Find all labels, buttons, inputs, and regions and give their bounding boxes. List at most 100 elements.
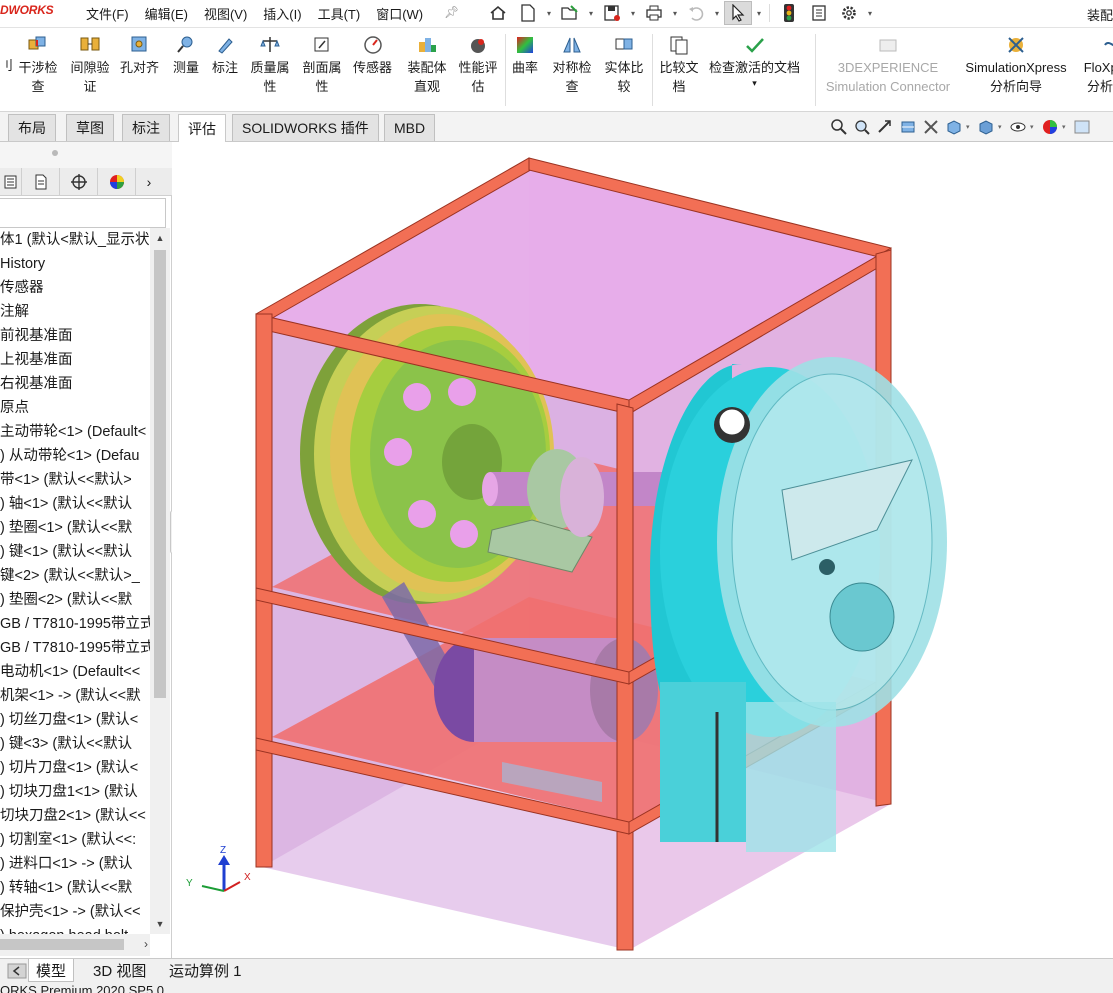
tree-item[interactable]: ) 切块刀盘1<1> (默认 (0, 780, 150, 804)
measure-button[interactable]: 测量 (173, 34, 199, 77)
new-dropdown-icon[interactable]: ▾ (544, 9, 554, 18)
undo-icon[interactable] (682, 1, 710, 25)
hole-alignment-button[interactable]: 孔对齐 (120, 34, 159, 77)
compare-documents-button[interactable]: 比较文档 (657, 34, 701, 96)
tree-item[interactable]: ) 轴<1> (默认<<默认 (0, 492, 150, 516)
tree-item[interactable]: 带<1> (默认<<默认> (0, 468, 150, 492)
check-active-document-button[interactable]: 检查激活的文档 ▾ (709, 34, 800, 89)
tree-item[interactable]: History (0, 252, 150, 276)
tree-item[interactable]: ) 键<1> (默认<<默认 (0, 540, 150, 564)
tree-item[interactable]: ) 垫圈<1> (默认<<默 (0, 516, 150, 540)
display-manager-tab-icon[interactable] (98, 168, 136, 196)
tab-mbd[interactable]: MBD (384, 114, 436, 141)
tree-item[interactable]: ) 切片刀盘<1> (默认< (0, 756, 150, 780)
section-view-icon[interactable] (897, 117, 919, 137)
floxpress-button[interactable]: FloXpress 分析向导 (1076, 34, 1113, 96)
tab-evaluate[interactable]: 评估 (178, 114, 226, 142)
tree-item[interactable]: 上视基准面 (0, 348, 150, 372)
check-active-document-dropdown-icon[interactable]: ▾ (752, 77, 757, 89)
appearance-icon[interactable] (1039, 117, 1061, 137)
clearance-verification-button[interactable]: 间隙验证 (68, 34, 112, 96)
tree-item[interactable]: 注解 (0, 300, 150, 324)
options-dropdown-icon[interactable]: ▾ (865, 9, 875, 18)
simulationxpress-button[interactable]: SimulationXpress 分析向导 (961, 34, 1071, 96)
tree-item[interactable]: 右视基准面 (0, 372, 150, 396)
menu-edit[interactable]: 编辑(E) (137, 4, 196, 23)
tree-item[interactable]: ) 切丝刀盘<1> (默认< (0, 708, 150, 732)
tree-item[interactable]: ) 从动带轮<1> (Defau (0, 444, 150, 468)
graphics-area[interactable]: Z X Y (172, 142, 1113, 958)
print-dropdown-icon[interactable]: ▾ (670, 9, 680, 18)
menu-window[interactable]: 窗口(W) (368, 4, 431, 23)
more-tabs-chevron-icon[interactable]: › (136, 168, 162, 196)
scene-icon[interactable] (1071, 117, 1093, 137)
home-icon[interactable] (484, 1, 512, 25)
previous-view-icon[interactable] (874, 117, 896, 137)
tree-item[interactable]: GB / T7810-1995带立式 (0, 612, 150, 636)
hide-show-icon[interactable] (1007, 117, 1029, 137)
tree-item[interactable]: 机架<1> -> (默认<<默 (0, 684, 150, 708)
hide-show-dropdown-icon[interactable]: ▾ (1030, 123, 1038, 131)
select-cursor-icon[interactable] (724, 1, 752, 25)
tree-item[interactable]: ) 切割室<1> (默认<<: (0, 828, 150, 852)
select-dropdown-icon[interactable]: ▾ (754, 9, 764, 18)
save-dropdown-icon[interactable]: ▾ (628, 9, 638, 18)
symmetry-check-button[interactable]: 对称检查 (550, 34, 594, 96)
scroll-up-icon[interactable]: ▲ (150, 228, 170, 248)
interference-check-button[interactable]: 干涉检查 (16, 34, 60, 96)
new-document-icon[interactable] (514, 1, 542, 25)
view-orientation-icon[interactable] (943, 117, 965, 137)
scroll-right-icon[interactable]: › (144, 937, 148, 951)
open-icon[interactable] (556, 1, 584, 25)
tab-solidworks-addins[interactable]: SOLIDWORKS 插件 (232, 114, 379, 141)
property-manager-tab-icon[interactable] (22, 168, 60, 196)
zoom-to-area-icon[interactable] (851, 117, 873, 137)
tree-item[interactable]: ) 转轴<1> (默认<<默 (0, 876, 150, 900)
compare-bodies-button[interactable]: 实体比较 (602, 34, 646, 96)
menu-tools[interactable]: 工具(T) (310, 4, 369, 23)
tree-item[interactable]: 原点 (0, 396, 150, 420)
panel-grip[interactable] (0, 142, 172, 168)
tree-item[interactable]: GB / T7810-1995带立式 (0, 636, 150, 660)
zoom-to-fit-icon[interactable] (828, 117, 850, 137)
scroll-thumb[interactable] (0, 939, 124, 950)
tree-item[interactable]: ) 垫圈<2> (默认<<默 (0, 588, 150, 612)
dynamic-annotation-icon[interactable] (920, 117, 942, 137)
feature-tree-tab-icon[interactable] (0, 168, 22, 196)
menu-insert[interactable]: 插入(I) (255, 4, 309, 23)
tree-horizontal-scrollbar[interactable]: › (0, 934, 150, 956)
tab-model[interactable]: 模型 (28, 959, 75, 982)
scroll-down-icon[interactable]: ▼ (150, 914, 170, 934)
tree-item[interactable]: 前视基准面 (0, 324, 150, 348)
tree-item[interactable]: 传感器 (0, 276, 150, 300)
rebuild-traffic-light-icon[interactable] (775, 1, 803, 25)
tab-3d-views[interactable]: 3D 视图 (86, 959, 153, 982)
open-dropdown-icon[interactable]: ▾ (586, 9, 596, 18)
undo-dropdown-icon[interactable]: ▾ (712, 9, 722, 18)
tree-item[interactable]: ) 键<3> (默认<<默认 (0, 732, 150, 756)
tree-item[interactable]: 电动机<1> (Default<< (0, 660, 150, 684)
tab-layout[interactable]: 布局 (8, 114, 56, 141)
tree-item[interactable]: ) 进料口<1> -> (默认 (0, 852, 150, 876)
markup-button[interactable]: 标注 (212, 34, 238, 77)
tree-filter-input[interactable] (0, 198, 166, 228)
scroll-thumb[interactable] (154, 250, 166, 698)
tree-item[interactable]: 主动带轮<1> (Default< (0, 420, 150, 444)
display-style-dropdown-icon[interactable]: ▾ (998, 123, 1006, 131)
tree-item[interactable]: 体1 (默认<默认_显示状 (0, 228, 150, 252)
options-gear-icon[interactable] (835, 1, 863, 25)
file-properties-icon[interactable] (805, 1, 833, 25)
pin-menu-icon[interactable]: 📌︎ (444, 5, 459, 19)
print-icon[interactable] (640, 1, 668, 25)
menu-view[interactable]: 视图(V) (196, 4, 255, 23)
assembly-visualization-button[interactable]: 装配体直观 (404, 34, 450, 96)
performance-evaluation-button[interactable]: 性能评估 (456, 34, 500, 96)
configuration-manager-tab-icon[interactable] (60, 168, 98, 196)
menu-file[interactable]: 文件(F) (78, 4, 137, 23)
section-properties-button[interactable]: 剖面属性 (300, 34, 344, 96)
appearance-dropdown-icon[interactable]: ▾ (1062, 123, 1070, 131)
curvature-button[interactable]: 曲率 (512, 34, 538, 77)
tree-vertical-scrollbar[interactable]: ▲ ▼ (150, 228, 170, 934)
tab-motion-study-1[interactable]: 运动算例 1 (162, 959, 249, 982)
view-orientation-dropdown-icon[interactable]: ▾ (966, 123, 974, 131)
